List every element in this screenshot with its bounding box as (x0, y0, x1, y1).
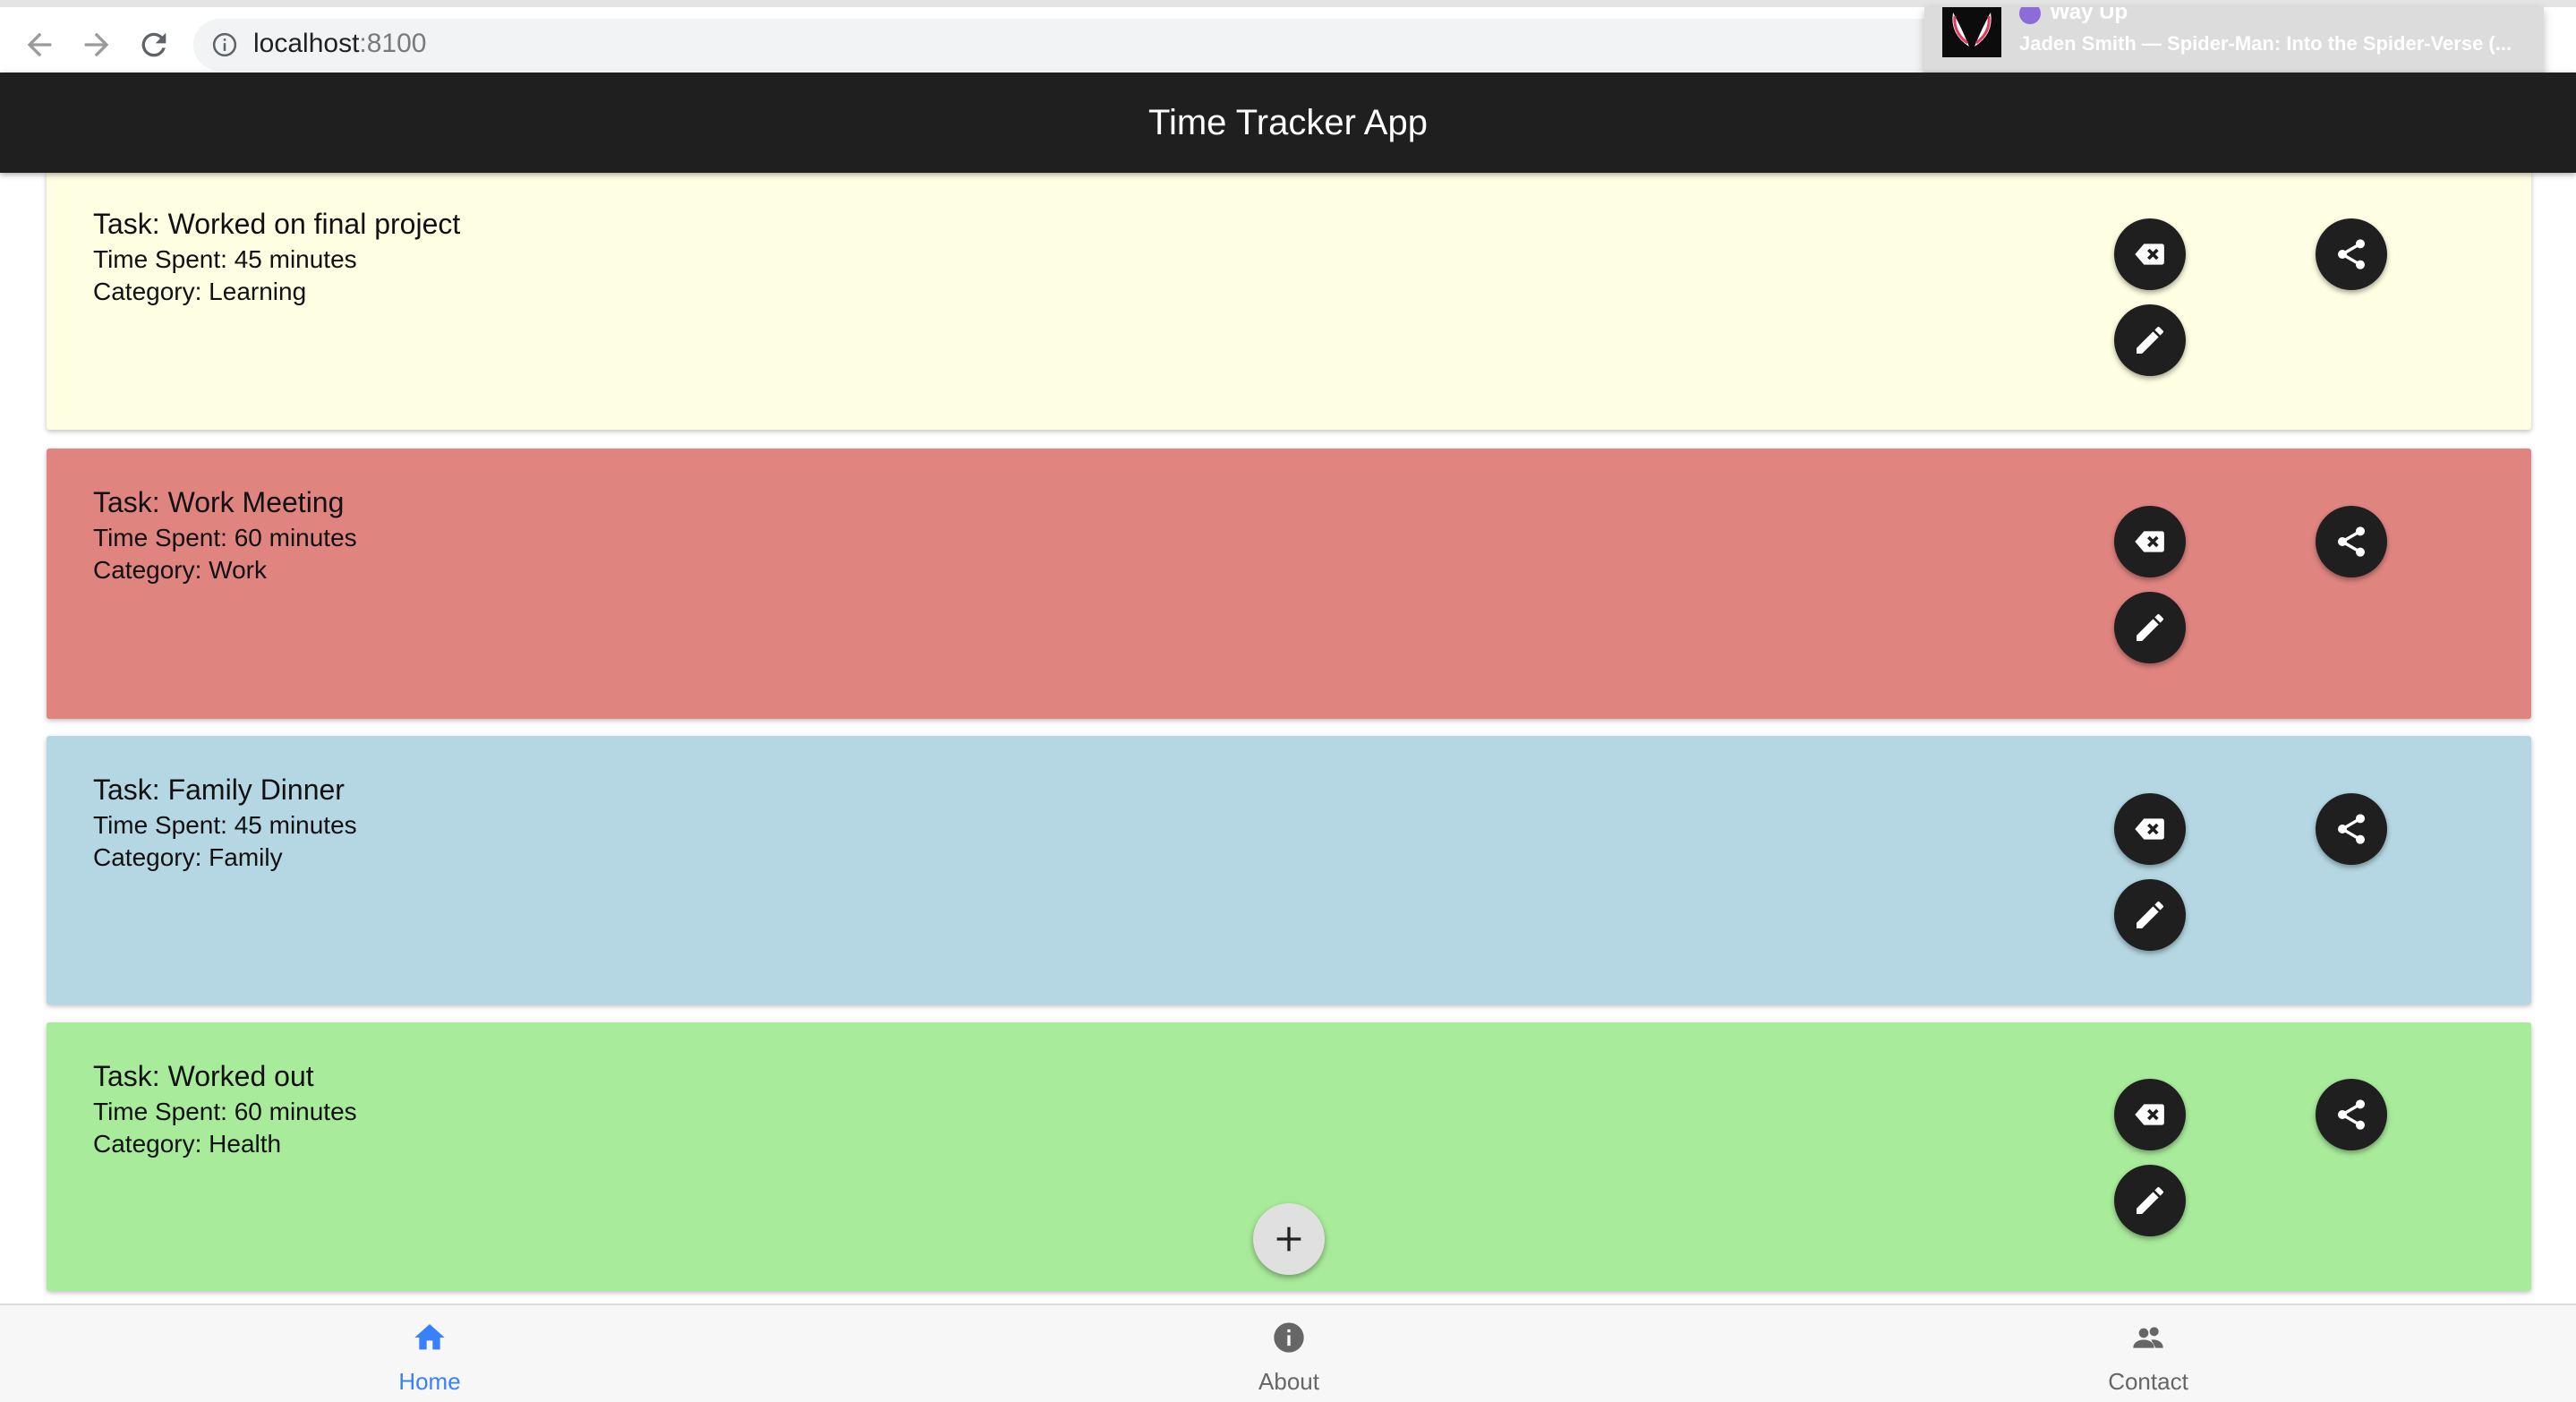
forward-arrow-icon[interactable] (79, 27, 115, 63)
info-icon[interactable] (211, 31, 238, 58)
home-icon (412, 1320, 448, 1355)
task-card: Task: Work Meeting Time Spent: 60 minute… (47, 449, 2531, 719)
task-time: Time Spent: 45 minutes (93, 811, 357, 839)
url-host: localhost (253, 29, 360, 58)
pencil-icon (2137, 902, 2163, 928)
delete-button[interactable] (2114, 506, 2186, 577)
media-title-text: Way Up (2050, 7, 2128, 24)
delete-button[interactable] (2114, 1079, 2186, 1150)
task-time: Time Spent: 60 minutes (93, 524, 357, 551)
task-title: Task: Worked out (93, 1060, 314, 1092)
info-icon (1271, 1320, 1307, 1355)
tab-about[interactable]: About (1199, 1305, 1378, 1402)
reload-icon[interactable] (136, 27, 172, 63)
add-task-button[interactable] (1253, 1203, 1325, 1275)
browser-toolbar: localhost:8100 Way Up Jaden Smith — Spid… (0, 0, 2576, 84)
media-title: Way Up (2019, 7, 2128, 25)
pencil-icon (2137, 614, 2163, 641)
music-note-icon (2019, 7, 2041, 24)
delete-button[interactable] (2114, 218, 2186, 290)
url-port: :8100 (359, 29, 427, 58)
task-time: Time Spent: 45 minutes (93, 245, 357, 273)
share-icon (2338, 1099, 2365, 1130)
task-time: Time Spent: 60 minutes (93, 1098, 357, 1125)
backspace-icon (2135, 531, 2164, 552)
task-card: Task: Worked on final project Time Spent… (47, 170, 2531, 430)
task-title: Task: Worked on final project (93, 208, 461, 240)
tab-label: Contact (2108, 1368, 2188, 1395)
tab-bar: Home About Contact (0, 1304, 2576, 1402)
edit-button[interactable] (2114, 304, 2186, 376)
edit-button[interactable] (2114, 879, 2186, 951)
task-title: Task: Family Dinner (93, 774, 345, 806)
people-icon (2130, 1320, 2166, 1355)
delete-button[interactable] (2114, 793, 2186, 865)
pencil-icon (2137, 1187, 2163, 1214)
backspace-icon (2135, 1104, 2164, 1125)
task-title: Task: Work Meeting (93, 486, 345, 518)
backspace-icon (2135, 244, 2164, 265)
url-text: localhost:8100 (253, 29, 426, 59)
task-category: Category: Health (93, 1130, 282, 1158)
tab-label: Home (398, 1368, 461, 1395)
media-artist: Jaden Smith — Spider-Man: Into the Spide… (2019, 32, 2512, 55)
backspace-icon (2135, 818, 2164, 840)
share-button[interactable] (2316, 793, 2387, 865)
app-header: Time Tracker App (0, 73, 2576, 173)
back-arrow-icon[interactable] (21, 27, 57, 63)
task-category: Category: Learning (93, 278, 307, 305)
album-art (1942, 7, 2001, 57)
tab-home[interactable]: Home (340, 1305, 519, 1402)
share-button[interactable] (2316, 506, 2387, 577)
task-card: Task: Family Dinner Time Spent: 45 minut… (47, 736, 2531, 1004)
share-button[interactable] (2316, 218, 2387, 290)
share-icon (2338, 814, 2365, 844)
share-icon (2338, 526, 2365, 557)
task-category: Category: Work (93, 556, 267, 584)
edit-button[interactable] (2114, 1165, 2186, 1236)
edit-button[interactable] (2114, 592, 2186, 663)
pencil-icon (2137, 327, 2163, 354)
page-title: Time Tracker App (1148, 103, 1428, 142)
plus-icon (1276, 1227, 1301, 1252)
tab-contact[interactable]: Contact (2059, 1305, 2238, 1402)
share-icon (2338, 239, 2365, 269)
tab-label: About (1258, 1368, 1319, 1395)
share-button[interactable] (2316, 1079, 2387, 1150)
task-category: Category: Family (93, 843, 283, 871)
